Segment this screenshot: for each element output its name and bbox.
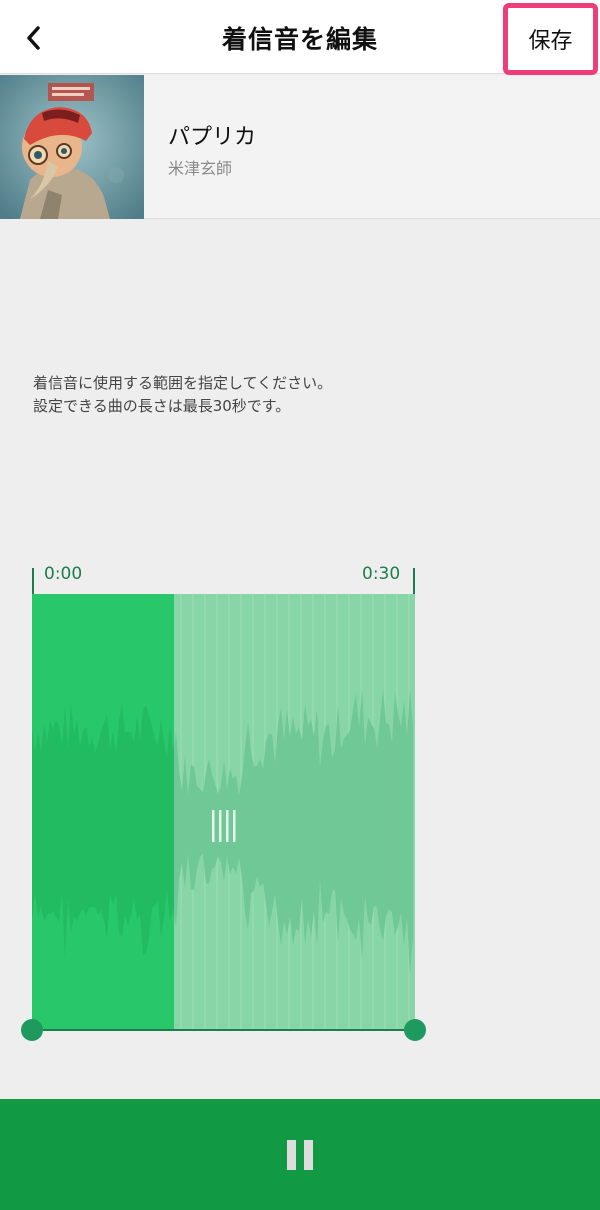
grip-line: [212, 810, 215, 842]
instruction-line-1: 着信音に使用する範囲を指定してください。: [33, 374, 333, 392]
song-artist: 米津玄師: [168, 159, 233, 178]
song-title: パプリカ: [168, 125, 257, 150]
range-end-handle[interactable]: [404, 1019, 426, 1041]
grip-line: [219, 810, 222, 842]
start-time-label: 0:00: [44, 564, 83, 584]
save-button[interactable]: 保存: [528, 23, 572, 55]
song-info: パプリカ 米津玄師: [0, 75, 600, 219]
album-art: [0, 75, 144, 219]
range-start-handle[interactable]: [21, 1019, 43, 1041]
instruction-line-2: 設定できる曲の長さは最長30秒です。: [33, 397, 291, 415]
waveform-selection[interactable]: [32, 594, 415, 1031]
play-pause-button[interactable]: [0, 1099, 600, 1210]
instructions: 着信音に使用する範囲を指定してください。 設定できる曲の長さは最長30秒です。: [33, 372, 332, 418]
range-baseline: [32, 1029, 415, 1031]
end-time-label: 0:30: [362, 564, 401, 584]
save-button-highlight: 保存: [503, 3, 598, 75]
grip-line: [233, 810, 236, 842]
range-end-marker: [413, 568, 415, 596]
pause-icon: [287, 1139, 313, 1170]
range-start-marker: [32, 568, 34, 596]
grip-line: [226, 810, 229, 842]
